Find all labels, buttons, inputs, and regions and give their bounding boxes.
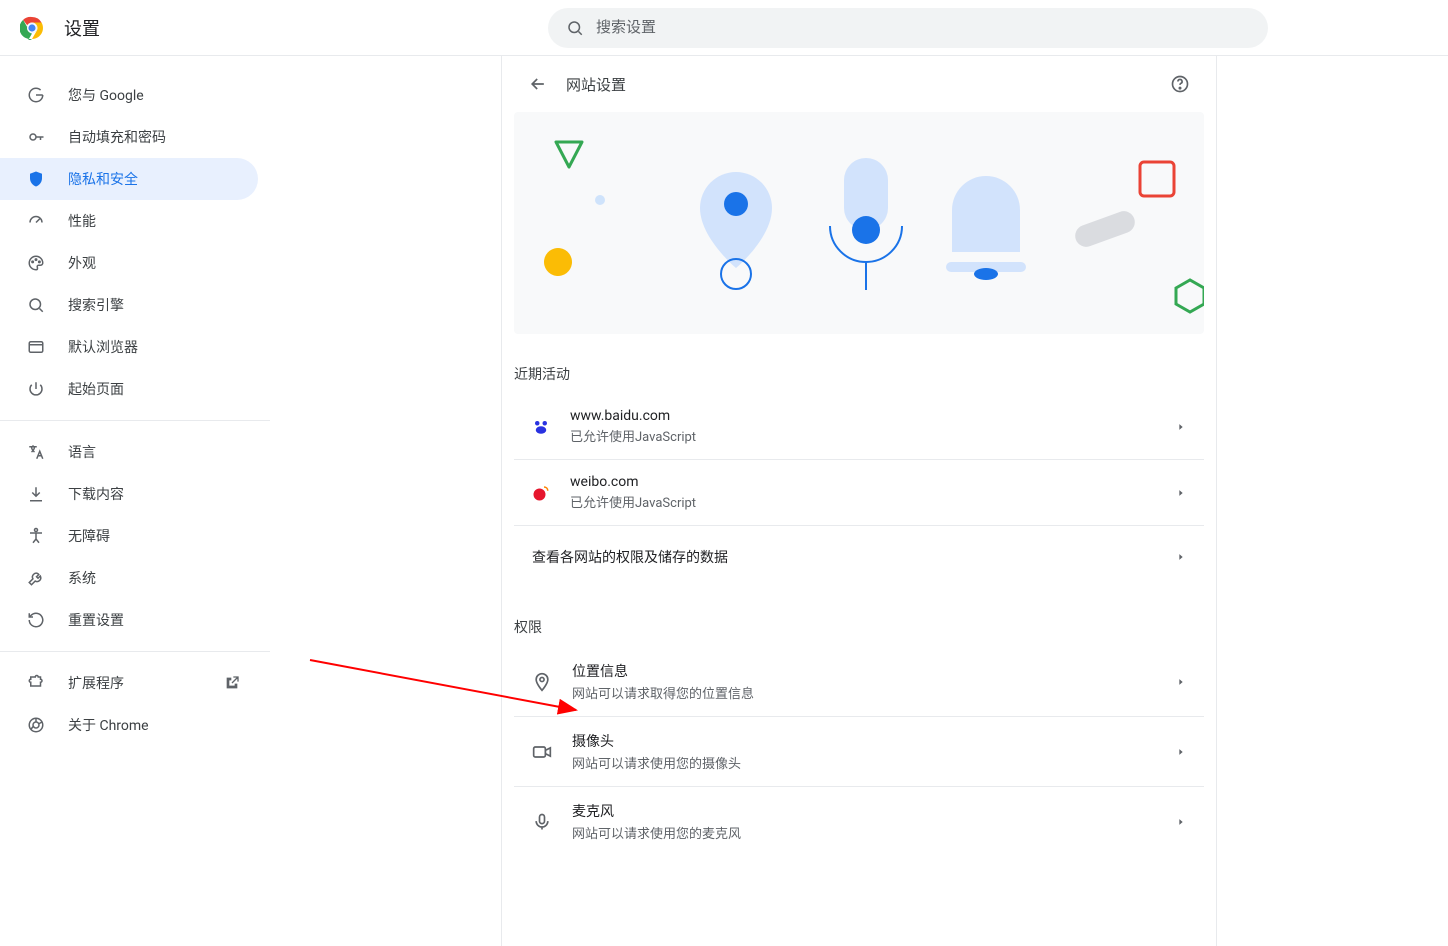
permission-title: 麦克风 [572,801,1176,821]
sidebar-item-label: 您与 Google [68,85,144,105]
body: 您与 Google 自动填充和密码 隐私和安全 [0,56,1448,946]
sidebar-item-performance[interactable]: 性能 [0,200,258,242]
sidebar-item-default-browser[interactable]: 默认浏览器 [0,326,258,368]
sidebar-item-label: 关于 Chrome [68,715,149,735]
chevron-right-icon [1176,422,1186,432]
panel-title: 网站设置 [566,74,626,95]
sidebar-item-system[interactable]: 系统 [0,557,258,599]
extension-icon [26,673,46,693]
recent-row-weibo[interactable]: weibo.com 已允许使用JavaScript [514,459,1204,525]
recent-detail: 已允许使用JavaScript [570,426,1176,445]
download-icon [26,484,46,504]
sidebar-divider [0,651,270,652]
wrench-icon [26,568,46,588]
sidebar-item-downloads[interactable]: 下载内容 [0,473,258,515]
recent-activity-card: www.baidu.com 已允许使用JavaScript weibo.com … [514,394,1204,587]
view-all-permissions-row[interactable]: 查看各网站的权限及储存的数据 [514,525,1204,587]
permission-title: 摄像头 [572,731,1176,751]
sidebar-item-label: 搜索引擎 [68,295,124,315]
back-button[interactable] [520,66,556,102]
recent-section-label: 近期活动 [502,334,1216,394]
sidebar-item-startup[interactable]: 起始页面 [0,368,258,410]
translate-icon [26,442,46,462]
baidu-favicon-icon [532,418,550,436]
google-g-icon [26,85,46,105]
chevron-right-icon [1176,747,1186,757]
sidebar-item-label: 语言 [68,442,96,462]
shield-icon [26,169,46,189]
permissions-card: 位置信息 网站可以请求取得您的位置信息 摄像头 网站 [514,647,1204,856]
main: 网站设置 [270,56,1448,946]
hero-illustration [514,112,1204,334]
microphone-icon [532,812,552,832]
reset-icon [26,610,46,630]
recent-site: weibo.com [570,474,1176,490]
key-icon [26,127,46,147]
panel-header: 网站设置 [502,56,1216,112]
chrome-outline-icon [26,715,46,735]
permissions-section-label: 权限 [502,587,1216,647]
sidebar-item-reset[interactable]: 重置设置 [0,599,258,641]
power-icon [26,379,46,399]
search-input[interactable] [596,19,1250,36]
location-icon [532,672,552,692]
browser-icon [26,337,46,357]
chevron-right-icon [1176,817,1186,827]
sidebar-item-label: 性能 [68,211,96,231]
recent-site: www.baidu.com [570,408,1176,424]
permission-subtitle: 网站可以请求使用您的麦克风 [572,823,1176,842]
sidebar-item-label: 下载内容 [68,484,124,504]
sidebar-item-extensions[interactable]: 扩展程序 [0,662,258,704]
chevron-right-icon [1176,488,1186,498]
recent-row-baidu[interactable]: www.baidu.com 已允许使用JavaScript [514,394,1204,459]
sidebar-item-label: 隐私和安全 [68,169,138,189]
sidebar-item-label: 自动填充和密码 [68,127,166,147]
sidebar-item-languages[interactable]: 语言 [0,431,258,473]
chrome-logo-icon [20,16,44,40]
sidebar-item-label: 系统 [68,568,96,588]
recent-detail: 已允许使用JavaScript [570,492,1176,511]
sidebar-item-search-engine[interactable]: 搜索引擎 [0,284,258,326]
permission-row-microphone[interactable]: 麦克风 网站可以请求使用您的麦克风 [514,786,1204,856]
view-all-label: 查看各网站的权限及储存的数据 [532,547,1176,567]
sidebar-item-label: 外观 [68,253,96,273]
search-icon [26,295,46,315]
sidebar-item-label: 起始页面 [68,379,124,399]
external-link-icon [224,675,240,691]
sidebar-item-about[interactable]: 关于 Chrome [0,704,258,746]
sidebar-divider [0,420,270,421]
sidebar-item-you-and-google[interactable]: 您与 Google [0,74,258,116]
speedometer-icon [26,211,46,231]
sidebar-item-privacy[interactable]: 隐私和安全 [0,158,258,200]
accessibility-icon [26,526,46,546]
search-settings-field[interactable] [548,8,1268,48]
permission-title: 位置信息 [572,661,1176,681]
chevron-right-icon [1176,677,1186,687]
sidebar: 您与 Google 自动填充和密码 隐私和安全 [0,56,270,946]
sidebar-item-label: 默认浏览器 [68,337,138,357]
permission-row-camera[interactable]: 摄像头 网站可以请求使用您的摄像头 [514,716,1204,786]
help-button[interactable] [1162,66,1198,102]
topbar: 设置 [0,0,1448,56]
sidebar-item-accessibility[interactable]: 无障碍 [0,515,258,557]
chevron-right-icon [1176,552,1186,562]
settings-title: 设置 [64,15,100,41]
permission-row-location[interactable]: 位置信息 网站可以请求取得您的位置信息 [514,647,1204,716]
permission-subtitle: 网站可以请求取得您的位置信息 [572,683,1176,702]
search-icon [566,19,584,37]
settings-panel: 网站设置 [501,56,1217,946]
sidebar-item-autofill[interactable]: 自动填充和密码 [0,116,258,158]
sidebar-item-appearance[interactable]: 外观 [0,242,258,284]
permission-subtitle: 网站可以请求使用您的摄像头 [572,753,1176,772]
weibo-favicon-icon [532,484,550,502]
camera-icon [532,742,552,762]
sidebar-item-label: 扩展程序 [68,673,124,693]
sidebar-item-label: 重置设置 [68,610,124,630]
palette-icon [26,253,46,273]
sidebar-item-label: 无障碍 [68,526,110,546]
